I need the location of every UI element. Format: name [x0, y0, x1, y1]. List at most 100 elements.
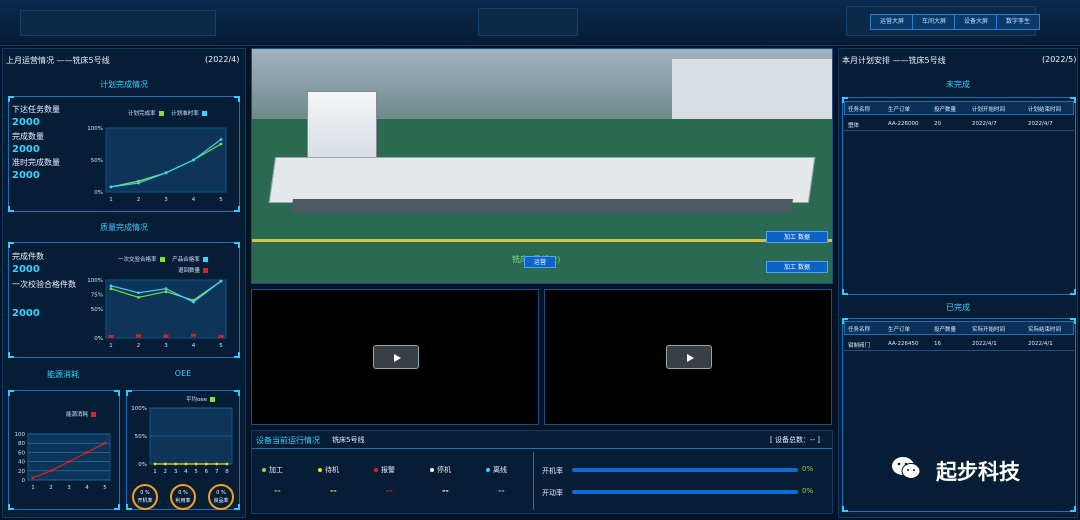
- play-button[interactable]: [666, 345, 712, 369]
- status-item-text: 离线: [493, 466, 507, 474]
- quality-stat-value: 2000: [12, 308, 40, 319]
- y-tick-label: 0%: [94, 190, 103, 196]
- plot-area: [27, 433, 111, 481]
- scene-conveyor-base: [291, 199, 793, 213]
- plan-section-title: 计划完成情况: [100, 80, 148, 89]
- scene-overlay-button[interactable]: 加工 数据: [766, 261, 828, 273]
- left-panel-date: (2022/4): [205, 55, 240, 64]
- table-header-cell: 生产订单: [888, 107, 911, 113]
- status-item-label: 报警: [374, 465, 395, 475]
- watermark-text: 起步科技: [936, 460, 1020, 484]
- factory-3d-view[interactable]: 铣床5号线(2) 运营 加工 数据 加工 数据: [251, 48, 833, 284]
- data-bar: [108, 335, 114, 338]
- energy-line-chart: 0 20 40 60 80 100 1 2 3 4 5: [15, 432, 111, 491]
- energy-section-title: 能源消耗: [47, 370, 79, 379]
- x-tick-label: 3: [164, 197, 168, 203]
- legend-label: 计划完成率: [128, 111, 156, 117]
- nav-equipment-screen[interactable]: 设备大屏: [954, 14, 998, 30]
- x-tick-label: 1: [109, 197, 113, 203]
- table-header-cell: 计划结束时间: [1028, 107, 1062, 113]
- gauge-quality: 0 % 良品率: [208, 484, 234, 510]
- gauge-label: 良品率: [213, 498, 229, 504]
- plan-legend: 计划完成率 计划准时率: [128, 109, 207, 117]
- y-tick-label: 60: [18, 450, 25, 456]
- data-bar: [191, 333, 196, 337]
- data-point: [219, 142, 223, 146]
- oee-line-chart: 0% 50% 100% 1 2 3 4 5 6 7 8: [131, 406, 233, 475]
- header-logo-block: [20, 10, 216, 36]
- table-cell: AA-226000: [888, 121, 919, 127]
- pending-section-title: 未完成: [946, 80, 970, 89]
- bar-label: 开动率: [542, 489, 563, 497]
- status-line: 铣床5号线: [332, 436, 365, 444]
- nav-digital-twin[interactable]: 数字孪生: [996, 14, 1040, 30]
- video-player-2[interactable]: [544, 289, 832, 425]
- quality-legend-returns: 退回数量: [178, 266, 209, 274]
- status-item-label: 待机: [318, 465, 339, 475]
- y-tick-label: 100%: [131, 406, 147, 412]
- table-cell: 塑体: [848, 123, 860, 129]
- table-header-cell: 实际开始时间: [972, 327, 1006, 333]
- data-point: [174, 462, 177, 466]
- x-tick-label: 5: [219, 343, 223, 349]
- data-point: [215, 462, 219, 466]
- scene-overlay-button[interactable]: 加工 数据: [766, 231, 828, 243]
- x-tick-label: 4: [184, 469, 188, 475]
- video-player-1[interactable]: [251, 289, 539, 425]
- data-point: [85, 451, 89, 454]
- x-tick-label: 3: [67, 485, 71, 491]
- x-tick-label: 2: [49, 485, 53, 491]
- bar-label: 开机率: [542, 467, 563, 475]
- data-point: [137, 296, 140, 299]
- table-header-cell: 计划开始时间: [972, 107, 1006, 113]
- legend-swatch: [202, 257, 208, 262]
- y-tick-label: 50%: [91, 158, 103, 164]
- y-tick-label: 100: [15, 432, 26, 438]
- quality-stat-value: 2000: [12, 264, 40, 275]
- gauge-label: 开机率: [137, 498, 153, 504]
- x-tick-label: 7: [215, 469, 219, 475]
- quality-stat-label: 一次校验合格件数: [12, 280, 76, 289]
- y-tick-label: 50%: [91, 307, 103, 313]
- status-item-value: --: [442, 486, 449, 495]
- data-point: [164, 171, 168, 175]
- status-dot-icon: [374, 468, 378, 472]
- nav-workshop-screen[interactable]: 车间大屏: [912, 14, 956, 30]
- nav-ops-screen[interactable]: 运营大屏: [870, 14, 914, 30]
- data-bar: [218, 335, 224, 338]
- plan-stat-value: 2000: [12, 144, 40, 155]
- status-item-value: --: [386, 486, 393, 495]
- legend-swatch: [91, 412, 97, 417]
- data-point: [153, 462, 157, 466]
- legend-swatch: [158, 111, 164, 116]
- table-header-cell: 生产订单: [888, 327, 911, 333]
- legend-label: 产品合格率: [172, 257, 200, 263]
- table-cell: 20: [934, 121, 941, 127]
- table-cell: 钳制阀门: [848, 343, 871, 349]
- data-point: [164, 290, 168, 293]
- status-item-value: --: [330, 486, 337, 495]
- scene-operate-button[interactable]: 运营: [524, 256, 556, 268]
- data-point: [103, 441, 107, 445]
- data-point: [192, 158, 195, 162]
- status-vertical-divider: [533, 452, 534, 510]
- legend-label: 一次交验合格率: [118, 257, 157, 263]
- data-point: [137, 291, 140, 295]
- plan-stat-label: 准时完成数量: [12, 158, 60, 167]
- header-title-block: [478, 8, 578, 36]
- status-dot-icon: [430, 468, 434, 472]
- status-divider: [252, 448, 832, 449]
- table-cell: 2022/4/7: [1028, 121, 1053, 127]
- y-tick-label: 50%: [135, 434, 147, 440]
- data-bar: [163, 334, 169, 338]
- legend-swatch: [159, 257, 165, 262]
- right-panel-title: 本月计划安排 ——铣床5号线: [842, 56, 946, 65]
- x-tick-label: 2: [137, 343, 141, 349]
- x-tick-label: 1: [153, 469, 157, 475]
- data-point: [219, 279, 223, 283]
- data-point: [205, 462, 208, 466]
- play-button[interactable]: [373, 345, 419, 369]
- status-item-label: 停机: [430, 465, 451, 475]
- y-tick-label: 80: [18, 441, 25, 447]
- oee-section-title: OEE: [174, 369, 192, 378]
